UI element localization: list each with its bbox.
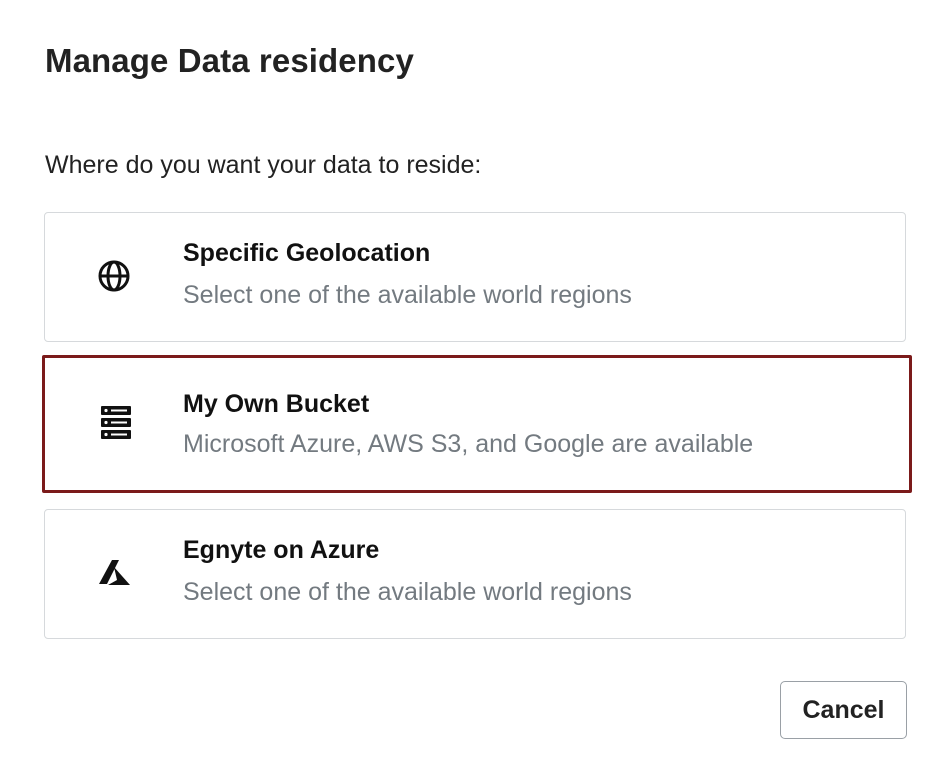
option-egnyte-on-azure[interactable]: Egnyte on Azure Select one of the availa…	[44, 509, 906, 639]
option-label: Specific Geolocation	[183, 239, 431, 267]
globe-icon	[97, 259, 131, 293]
server-icon	[99, 406, 133, 440]
option-description: Select one of the available world region…	[183, 281, 632, 309]
option-my-own-bucket[interactable]: My Own Bucket Microsoft Azure, AWS S3, a…	[42, 355, 912, 493]
residency-prompt: Where do you want your data to reside:	[45, 151, 482, 179]
dialog-title: Manage Data residency	[45, 42, 414, 79]
option-label: My Own Bucket	[183, 390, 370, 418]
data-residency-dialog: Manage Data residency Where do you want …	[0, 0, 949, 781]
option-description: Microsoft Azure, AWS S3, and Google are …	[183, 430, 754, 458]
option-specific-geolocation[interactable]: Specific Geolocation Select one of the a…	[44, 212, 906, 342]
option-description: Select one of the available world region…	[183, 578, 632, 606]
azure-icon	[97, 556, 131, 590]
cancel-button[interactable]: Cancel	[780, 681, 907, 739]
option-label: Egnyte on Azure	[183, 536, 380, 564]
